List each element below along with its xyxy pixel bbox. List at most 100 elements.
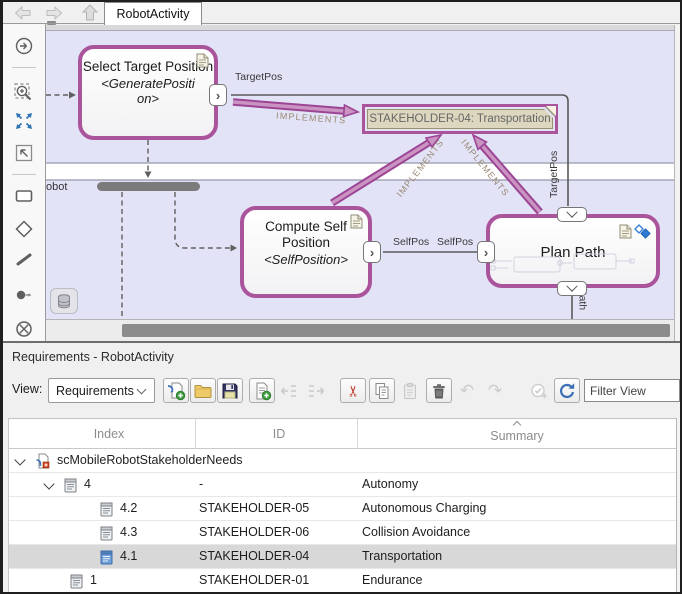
initial-node-tool-button[interactable] bbox=[9, 282, 39, 308]
port-select-target-out[interactable]: › bbox=[209, 84, 227, 106]
line-icon bbox=[13, 248, 35, 270]
refresh-icon bbox=[557, 381, 577, 401]
requirement-icon bbox=[70, 574, 83, 589]
symbols-panel-button[interactable] bbox=[50, 288, 78, 314]
import-icon bbox=[166, 381, 186, 401]
document-badge-icon bbox=[196, 53, 209, 68]
table-row-req-4-3[interactable]: 4.3 STAKEHOLDER-06 Collision Avoidance bbox=[9, 521, 677, 545]
import-requirements-button[interactable] bbox=[163, 378, 189, 403]
paste-button[interactable] bbox=[397, 378, 423, 403]
port-compute-self-out[interactable]: › bbox=[363, 241, 381, 263]
requirement-annotation[interactable]: STAKEHOLDER-04: Transportation bbox=[362, 104, 558, 134]
rectangle-icon bbox=[13, 185, 35, 207]
requirement-icon-selected bbox=[100, 550, 113, 565]
expand-chevron-icon[interactable] bbox=[43, 478, 54, 489]
cell-id[interactable]: STAKEHOLDER-04 bbox=[199, 549, 309, 563]
cell-index[interactable]: 1 bbox=[90, 573, 97, 587]
zoom-magnifier-icon bbox=[13, 82, 35, 104]
requirement-icon bbox=[100, 502, 113, 517]
table-header: Index ID Summary bbox=[9, 419, 677, 449]
table-row-reqset[interactable]: scMobileRobotStakeholderNeeds bbox=[9, 449, 677, 473]
requirement-set-icon bbox=[35, 453, 51, 469]
undo-button[interactable]: ↶ bbox=[454, 378, 480, 403]
block-compute-self-position[interactable]: Compute Self Position <SelfPosition> bbox=[240, 206, 372, 298]
cell-id[interactable]: - bbox=[199, 477, 203, 491]
forward-button[interactable] bbox=[41, 3, 67, 23]
window-border-top bbox=[0, 0, 682, 2]
filter-view-input[interactable] bbox=[584, 379, 680, 402]
expand-chevron-icon[interactable] bbox=[14, 454, 25, 465]
paste-clipboard-icon bbox=[400, 381, 420, 401]
create-link-button[interactable] bbox=[526, 378, 552, 403]
cut-button[interactable]: ✂ bbox=[340, 378, 366, 403]
cell-summary[interactable]: Collision Avoidance bbox=[362, 525, 470, 539]
copy-button[interactable] bbox=[369, 378, 395, 403]
table-row-req-1[interactable]: 1 STAKEHOLDER-01 Endurance bbox=[9, 569, 677, 593]
open-button[interactable] bbox=[190, 378, 216, 403]
document-badge-icon bbox=[350, 214, 363, 229]
save-floppy-icon bbox=[220, 381, 240, 401]
copy-icon bbox=[372, 381, 392, 401]
column-header-id[interactable]: ID bbox=[239, 427, 319, 441]
view-dropdown[interactable]: Requirements bbox=[48, 378, 155, 403]
cell-index[interactable]: 4.1 bbox=[120, 549, 137, 563]
table-row-req-4[interactable]: 4 - Autonomy bbox=[9, 473, 677, 497]
demote-requirement-button[interactable] bbox=[303, 378, 329, 403]
cell-summary[interactable]: Transportation bbox=[362, 549, 442, 563]
tab-bar: RobotActivity bbox=[3, 2, 680, 24]
cell-summary[interactable]: Autonomous Charging bbox=[362, 501, 486, 515]
table-row-req-4-2[interactable]: 4.2 STAKEHOLDER-05 Autonomous Charging bbox=[9, 497, 677, 521]
signal-label-selfpos-dst: SelfPos bbox=[437, 236, 473, 248]
panel-divider[interactable] bbox=[0, 341, 682, 343]
cell-index[interactable]: 4.3 bbox=[120, 525, 137, 539]
zoom-region-tool-button[interactable] bbox=[9, 80, 39, 106]
cell-index[interactable]: 4.2 bbox=[120, 501, 137, 515]
link-diamonds-badge-icon bbox=[634, 223, 651, 239]
demote-right-arrow-icon bbox=[306, 381, 326, 401]
table-row-req-4-1-selected[interactable]: 4.1 STAKEHOLDER-04 Transportation bbox=[9, 545, 677, 569]
back-button[interactable] bbox=[10, 3, 36, 23]
explore-tool-button[interactable] bbox=[9, 33, 39, 59]
transition-tool-button[interactable] bbox=[9, 246, 39, 272]
diagram-canvas[interactable]: Select Target Position <GeneratePosition… bbox=[46, 25, 674, 319]
port-plan-path-bottom[interactable] bbox=[557, 281, 587, 296]
requirements-toolbar: View: Requirements ✂ bbox=[3, 371, 680, 416]
promote-left-arrow-icon bbox=[279, 381, 299, 401]
redo-icon: ↷ bbox=[488, 381, 502, 401]
state-tool-button[interactable] bbox=[9, 183, 39, 209]
port-plan-path-top[interactable] bbox=[557, 207, 587, 222]
block-select-target-position[interactable]: Select Target Position <GeneratePosition… bbox=[78, 45, 218, 140]
column-header-index[interactable]: Index bbox=[69, 427, 149, 441]
cell-id[interactable]: STAKEHOLDER-05 bbox=[199, 501, 309, 515]
folder-icon bbox=[193, 381, 213, 401]
port-plan-path-in[interactable]: › bbox=[477, 241, 495, 263]
fit-selection-tool-button[interactable] bbox=[9, 140, 39, 166]
box-arrow-icon bbox=[13, 142, 35, 164]
save-button[interactable] bbox=[217, 378, 243, 403]
add-requirement-icon bbox=[252, 381, 272, 401]
promote-requirement-button[interactable] bbox=[276, 378, 302, 403]
cell-summary[interactable]: Endurance bbox=[362, 573, 422, 587]
cell-id[interactable]: STAKEHOLDER-01 bbox=[199, 573, 309, 587]
fit-to-view-arrows-icon bbox=[13, 110, 35, 132]
scissors-icon: ✂ bbox=[344, 384, 362, 397]
cell-index[interactable]: 4 bbox=[84, 477, 91, 491]
fork-bar[interactable] bbox=[97, 182, 200, 191]
cell-index[interactable]: scMobileRobotStakeholderNeeds bbox=[57, 453, 243, 467]
column-header-summary[interactable]: Summary bbox=[477, 429, 557, 443]
block-title: Select Target Position bbox=[82, 59, 214, 75]
cell-summary[interactable]: Autonomy bbox=[362, 477, 418, 491]
block-plan-path[interactable]: Plan Path bbox=[486, 214, 660, 288]
delete-button[interactable] bbox=[426, 378, 452, 403]
canvas-hscroll-thumb[interactable] bbox=[122, 324, 670, 337]
refresh-button[interactable] bbox=[554, 378, 580, 403]
cell-id[interactable]: STAKEHOLDER-06 bbox=[199, 525, 309, 539]
add-requirement-button[interactable] bbox=[249, 378, 275, 403]
redo-button[interactable]: ↷ bbox=[482, 378, 508, 403]
tab-robotactivity[interactable]: RobotActivity bbox=[104, 2, 202, 25]
final-node-tool-button[interactable] bbox=[9, 316, 39, 342]
up-button[interactable] bbox=[77, 3, 103, 23]
canvas-horizontal-scrollbar[interactable] bbox=[46, 319, 674, 341]
junction-tool-button[interactable] bbox=[9, 216, 39, 242]
fit-to-view-tool-button[interactable] bbox=[9, 108, 39, 134]
